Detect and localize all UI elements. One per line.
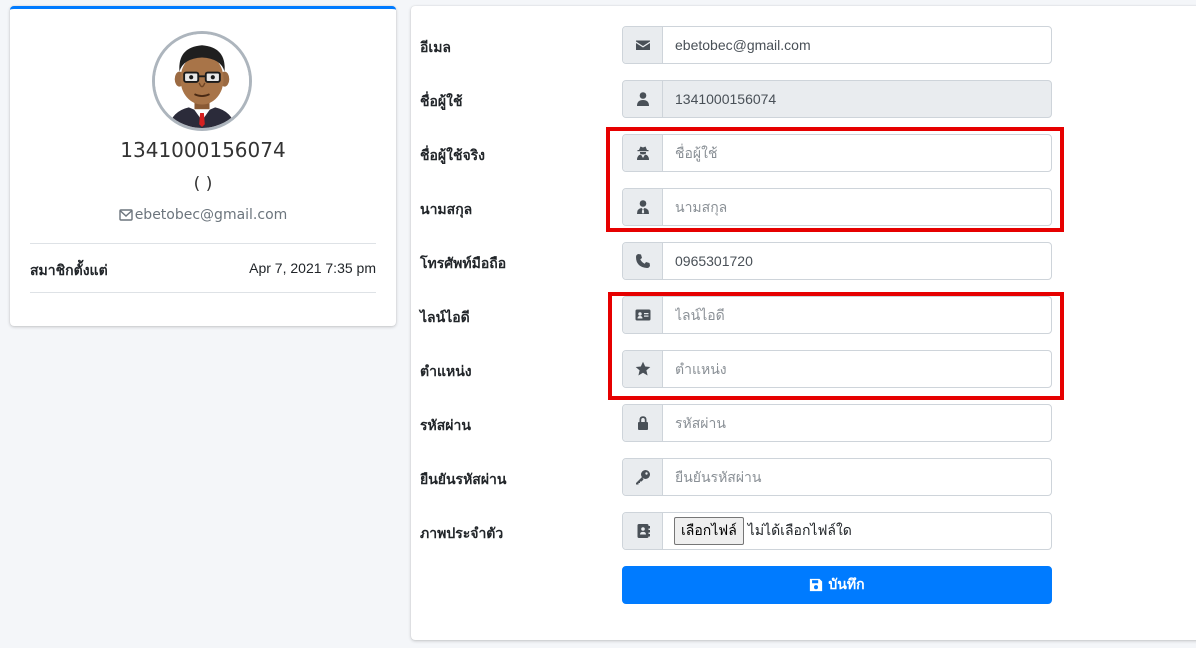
phone-input-group	[622, 242, 1052, 280]
confirm-password-label: ยืนยันรหัสผ่าน	[420, 471, 507, 487]
lock-icon	[623, 405, 663, 441]
floppy-disk-icon	[810, 578, 823, 592]
position-field[interactable]	[663, 351, 1051, 387]
confirm-password-field[interactable]	[663, 459, 1051, 495]
id-card-icon	[623, 297, 663, 333]
lastname-label: นามสกุล	[420, 201, 473, 217]
key-icon	[623, 459, 663, 495]
firstname-input-group	[622, 134, 1052, 172]
confirm-password-input-group	[622, 458, 1052, 496]
line-id-label: ไลน์ไอดี	[420, 309, 470, 325]
position-label: ตำแหน่ง	[420, 363, 472, 379]
user-icon	[623, 81, 663, 117]
firstname-label: ชื่อผู้ใช้จริง	[420, 147, 486, 163]
phone-label: โทรศัพท์มือถือ	[420, 255, 507, 271]
lastname-input-group	[622, 188, 1052, 226]
no-file-selected-text: ไม่ได้เลือกไฟล์ใด	[747, 522, 852, 538]
username-input-group	[622, 80, 1052, 118]
profile-email-text: ebetobec@gmail.com	[134, 207, 288, 223]
username-label: ชื่อผู้ใช้	[420, 93, 463, 109]
avatar-file-picker: เลือกไฟล์ ไม่ได้เลือกไฟล์ใด	[663, 513, 1051, 549]
line-id-field[interactable]	[663, 297, 1051, 333]
firstname-field[interactable]	[663, 135, 1051, 171]
line-id-input-group	[622, 296, 1052, 334]
user-tie-icon	[623, 189, 663, 225]
avatar	[152, 31, 252, 131]
profile-email: ebetobec@gmail.com	[10, 207, 396, 225]
user-secret-icon	[623, 135, 663, 171]
star-icon	[623, 351, 663, 387]
member-since-label: สมาชิกตั้งแต่	[30, 262, 108, 278]
password-label: รหัสผ่าน	[420, 417, 471, 433]
address-book-icon	[623, 513, 663, 549]
avatar-input-group: เลือกไฟล์ ไม่ได้เลือกไฟล์ใด	[622, 512, 1052, 550]
email-label: อีเมล	[420, 39, 452, 55]
envelope-outline-icon	[118, 209, 133, 225]
avatar-upload-label: ภาพประจำตัว	[420, 525, 504, 541]
profile-username: 1341000156074	[120, 138, 286, 162]
password-input-group	[622, 404, 1052, 442]
email-input-group	[622, 26, 1052, 64]
save-button-label: บันทึก	[828, 576, 865, 592]
save-button[interactable]: บันทึก	[622, 566, 1052, 604]
phone-icon	[623, 243, 663, 279]
position-input-group	[622, 350, 1052, 388]
profile-card: 1341000156074 ( ) ebetobec@gmail.com สมา…	[10, 6, 396, 326]
member-since-value: Apr 7, 2021 7:35 pm	[249, 260, 376, 276]
lastname-field[interactable]	[663, 189, 1051, 225]
username-field[interactable]	[663, 81, 1051, 117]
member-since-row: สมาชิกตั้งแต่ Apr 7, 2021 7:35 pm	[30, 243, 376, 293]
password-field[interactable]	[663, 405, 1051, 441]
email-field[interactable]	[663, 27, 1051, 63]
envelope-icon	[623, 27, 663, 63]
profile-fullname: ( )	[193, 174, 213, 194]
phone-field[interactable]	[663, 243, 1051, 279]
choose-file-button[interactable]: เลือกไฟล์	[674, 517, 744, 545]
